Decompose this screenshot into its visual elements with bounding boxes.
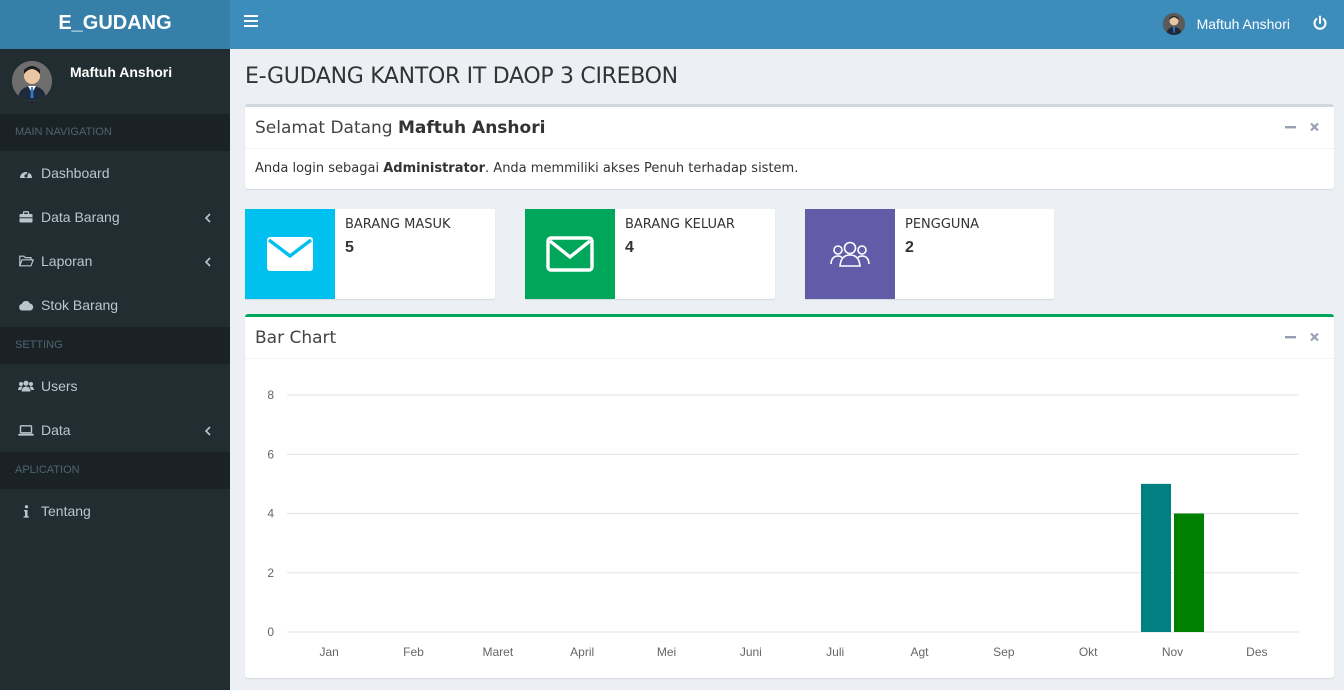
welcome-body-prefix: Anda login sebagai <box>255 161 384 176</box>
chart-box: Bar Chart 0 2 4 6 8 Jan Feb Maret April Mei Juni Ju… <box>245 314 1334 678</box>
top-user-name: Maftuh Anshori <box>1196 16 1290 32</box>
dashboard-icon <box>18 165 34 181</box>
welcome-title: Selamat Datang Maftuh Anshori <box>255 107 1324 149</box>
info-box-value: 2 <box>905 239 914 256</box>
bar-chart: 0 2 4 6 8 Jan Feb Maret April Mei Juni Juli Agt Sep Ok… <box>245 360 1334 678</box>
sidebar-user-name: Maftuh Anshori <box>70 64 173 80</box>
welcome-body: Anda login sebagai Administrator. Anda m… <box>245 149 1334 188</box>
x-tick-label: Agt <box>910 645 929 659</box>
y-tick-label: 8 <box>267 388 274 402</box>
welcome-greeting: Selamat Datang <box>255 118 398 138</box>
app-logo[interactable]: E_GUDANG <box>0 0 230 49</box>
envelope-icon <box>245 209 335 299</box>
laptop-icon <box>18 422 34 438</box>
briefcase-icon <box>18 209 34 225</box>
bar <box>1174 513 1204 632</box>
welcome-body-suffix: . Anda memmiliki akses Penuh terhadap si… <box>485 161 799 176</box>
section-aplication: APLICATION <box>0 452 230 489</box>
sidebar-item-label: Stok Barang <box>41 297 119 313</box>
box-tools <box>1284 331 1320 343</box>
sidebar-item-label: Laporan <box>41 253 93 269</box>
cloud-icon <box>18 297 34 313</box>
welcome-user-name: Maftuh Anshori <box>398 118 546 138</box>
user-avatar <box>12 61 52 101</box>
y-tick-label: 6 <box>267 447 274 461</box>
users-outline-icon <box>805 209 895 299</box>
sidebar-item-label: Users <box>41 378 78 394</box>
y-tick-label: 2 <box>267 566 274 580</box>
info-box-pengguna: PENGGUNA 2 <box>805 209 1054 299</box>
bar-chart-svg: 0 2 4 6 8 Jan Feb Maret April Mei Juni Juli Agt Sep Ok… <box>267 388 1299 659</box>
section-main-navigation: MAIN NAVIGATION <box>0 114 230 151</box>
sidebar-item-tentang[interactable]: Tentang <box>0 489 230 533</box>
info-box-barang-keluar: BARANG KELUAR 4 <box>525 209 775 299</box>
sidebar-item-laporan[interactable]: Laporan <box>0 239 230 283</box>
page-title: E-GUDANG KANTOR IT DAOP 3 CIREBON <box>245 64 678 89</box>
collapse-icon[interactable] <box>1284 121 1296 133</box>
y-tick-label: 4 <box>267 507 274 521</box>
x-tick-label: Maret <box>482 645 513 659</box>
sidebar-item-data[interactable]: Data <box>0 408 230 452</box>
info-box-value: 4 <box>625 239 634 256</box>
user-menu[interactable]: Maftuh Anshori <box>1162 12 1290 36</box>
section-setting: SETTING <box>0 327 230 364</box>
close-icon[interactable] <box>1308 121 1320 133</box>
x-tick-label: Mei <box>657 645 676 659</box>
info-box-value: 5 <box>345 239 354 256</box>
sidebar-item-label: Data Barang <box>41 209 120 225</box>
sidebar-item-label: Dashboard <box>41 165 110 181</box>
x-tick-label: Feb <box>403 645 424 659</box>
x-tick-label: Sep <box>993 645 1015 659</box>
sidebar-item-label: Data <box>41 422 71 438</box>
info-box-label: BARANG MASUK <box>345 217 451 232</box>
chart-box-title: Bar Chart <box>255 328 337 348</box>
x-tick-label: April <box>570 645 594 659</box>
info-box-label: BARANG KELUAR <box>625 217 735 232</box>
x-tick-label: Des <box>1246 645 1267 659</box>
sidebar-user-panel: Maftuh Anshori <box>0 49 230 114</box>
envelope-outline-icon <box>525 209 615 299</box>
box-tools <box>1284 121 1320 133</box>
x-tick-label: Jan <box>319 645 338 659</box>
welcome-role: Administrator <box>383 161 486 176</box>
welcome-box-header: Selamat Datang Maftuh Anshori <box>245 107 1334 149</box>
welcome-box: Selamat Datang Maftuh Anshori Anda login… <box>245 104 1334 189</box>
info-box-barang-masuk: BARANG MASUK 5 <box>245 209 495 299</box>
power-icon[interactable] <box>1312 15 1328 31</box>
info-icon <box>18 503 34 519</box>
info-box-label: PENGGUNA <box>905 217 980 232</box>
y-tick-label: 0 <box>267 625 274 639</box>
users-icon <box>18 378 34 394</box>
chevron-left-icon <box>204 255 212 267</box>
chevron-left-icon <box>204 211 212 223</box>
x-tick-label: Juli <box>826 645 844 659</box>
sidebar-item-stok-barang[interactable]: Stok Barang <box>0 283 230 327</box>
x-tick-label: Nov <box>1162 645 1183 659</box>
x-tick-label: Okt <box>1079 645 1098 659</box>
x-tick-label: Juni <box>740 645 762 659</box>
chevron-left-icon <box>204 424 212 436</box>
sidebar-item-data-barang[interactable]: Data Barang <box>0 195 230 239</box>
collapse-icon[interactable] <box>1284 331 1296 343</box>
sidebar: Maftuh Anshori MAIN NAVIGATION Dashboard… <box>0 49 230 690</box>
chart-box-header: Bar Chart <box>245 317 1334 359</box>
user-avatar-small <box>1162 13 1185 35</box>
close-icon[interactable] <box>1308 331 1320 343</box>
bar <box>1141 483 1171 632</box>
folder-open-icon <box>18 253 34 269</box>
sidebar-item-dashboard[interactable]: Dashboard <box>0 151 230 195</box>
top-navbar: Maftuh Anshori <box>230 0 1344 49</box>
sidebar-toggle-icon[interactable] <box>244 15 258 29</box>
sidebar-item-users[interactable]: Users <box>0 364 230 408</box>
sidebar-item-label: Tentang <box>41 503 91 519</box>
